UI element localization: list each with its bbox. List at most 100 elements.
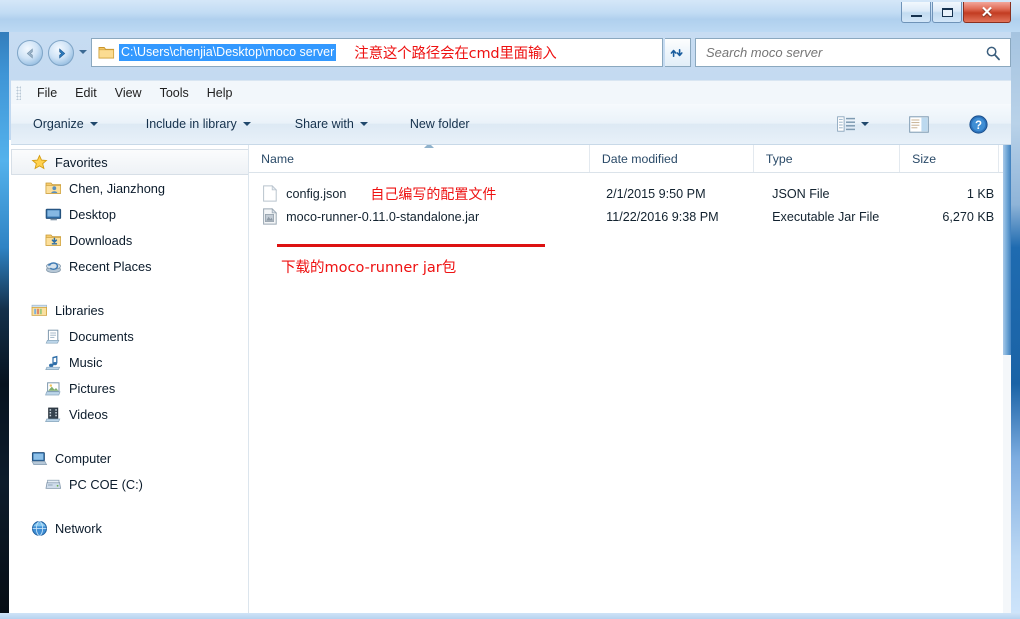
sidebar-item-label: Music xyxy=(69,354,103,370)
chevron-down-icon xyxy=(359,122,368,126)
sidebar-item-label: Videos xyxy=(69,406,108,422)
minimize-icon xyxy=(910,14,922,17)
sidebar-item-label: Network xyxy=(55,520,102,536)
menu-item-view[interactable]: View xyxy=(106,83,151,103)
table-row[interactable]: moco-runner-0.11.0-standalone.jar 11/22/… xyxy=(249,205,1011,228)
recent-places-icon xyxy=(46,261,61,273)
sidebar-item-videos[interactable]: Videos xyxy=(11,401,248,427)
sidebar-item-label: Pictures xyxy=(69,380,116,396)
address-path-text[interactable]: C:\Users\chenjia\Desktop\moco server xyxy=(119,44,337,61)
column-header-size-label: Size xyxy=(912,151,937,166)
sidebar-item-network[interactable]: Network xyxy=(11,515,248,541)
documents-icon xyxy=(45,329,60,344)
address-bar-row: C:\Users\chenjia\Desktop\moco server 注意这… xyxy=(9,34,1011,72)
file-type-cell: JSON File xyxy=(772,186,830,201)
file-list-pane[interactable]: Name Date modified Type Size config.json… xyxy=(249,145,1011,613)
title-bar[interactable]: ✕ xyxy=(0,0,1020,32)
chevron-down-icon xyxy=(242,122,251,126)
scrollbar-thumb[interactable] xyxy=(1003,145,1011,355)
file-name-cell[interactable]: config.json 自己编写的配置文件 xyxy=(249,184,594,204)
sidebar-item-recent-places[interactable]: Recent Places xyxy=(11,253,248,279)
menu-gripper-icon xyxy=(16,85,21,100)
search-icon[interactable] xyxy=(985,45,1001,61)
network-icon xyxy=(32,520,47,536)
chevron-down-icon xyxy=(89,122,98,126)
sidebar-item-label: Recent Places xyxy=(69,258,152,274)
sidebar-item-desktop[interactable]: Desktop xyxy=(11,201,248,227)
column-header-size[interactable]: Size xyxy=(900,145,999,172)
column-header-type[interactable]: Type xyxy=(754,145,901,172)
menu-item-file[interactable]: File xyxy=(28,83,66,103)
svg-text:?: ? xyxy=(975,120,982,132)
table-row[interactable]: config.json 自己编写的配置文件 2/1/2015 9:50 PM J… xyxy=(249,182,1011,205)
address-bar[interactable]: C:\Users\chenjia\Desktop\moco server 注意这… xyxy=(91,38,663,67)
sidebar-item-libraries[interactable]: Libraries xyxy=(11,297,248,323)
back-button[interactable] xyxy=(17,40,43,66)
window-controls: ✕ xyxy=(900,2,1011,26)
downloads-folder-icon xyxy=(45,234,61,246)
preview-pane-icon xyxy=(909,115,929,133)
column-header-type-label: Type xyxy=(765,151,793,166)
close-button[interactable]: ✕ xyxy=(963,2,1011,23)
share-with-button[interactable]: Share with xyxy=(283,111,380,137)
help-icon: ? xyxy=(969,114,988,134)
sidebar-item-favorites[interactable]: Favorites xyxy=(11,149,249,175)
music-icon xyxy=(45,355,61,370)
back-arrow-icon xyxy=(26,47,33,59)
chevron-down-icon[interactable] xyxy=(861,122,869,126)
vertical-scrollbar[interactable] xyxy=(1003,145,1011,613)
minimize-button[interactable] xyxy=(901,2,931,23)
maximize-button[interactable] xyxy=(932,2,962,23)
file-name-cell[interactable]: moco-runner-0.11.0-standalone.jar xyxy=(249,208,594,225)
new-folder-button[interactable]: New folder xyxy=(398,111,482,137)
recent-pages-chevron-icon[interactable] xyxy=(79,50,87,54)
sidebar-item-label: Documents xyxy=(69,328,134,344)
folder-icon xyxy=(98,47,115,59)
sidebar-item-pictures[interactable]: Pictures xyxy=(11,375,248,401)
change-view-button[interactable] xyxy=(830,111,876,137)
computer-icon xyxy=(31,451,48,465)
column-header-name-label: Name xyxy=(261,151,294,166)
new-folder-label: New folder xyxy=(409,117,470,131)
sidebar-item-downloads[interactable]: Downloads xyxy=(11,227,248,253)
organize-button[interactable]: Organize xyxy=(21,111,110,137)
file-type-cell: Executable Jar File xyxy=(772,209,880,224)
menu-item-tools[interactable]: Tools xyxy=(151,83,198,103)
menu-item-help[interactable]: Help xyxy=(198,83,242,103)
forward-button[interactable] xyxy=(48,40,74,66)
libraries-icon xyxy=(31,304,47,316)
refresh-icon xyxy=(670,48,683,57)
forward-arrow-icon xyxy=(58,47,65,59)
column-header-name[interactable]: Name xyxy=(249,145,590,172)
sort-ascending-icon xyxy=(424,145,435,148)
window-border-left xyxy=(0,0,9,619)
sidebar-item-pc-coe-c[interactable]: PC COE (C:) xyxy=(11,471,248,497)
sidebar-item-computer[interactable]: Computer xyxy=(11,445,248,471)
sidebar-item-label: Desktop xyxy=(69,206,116,222)
explorer-window: ✕ C:\Users\chenjia\Desktop\moco server 注… xyxy=(0,0,1020,619)
help-button[interactable]: ? xyxy=(962,110,995,139)
file-date-cell: 2/1/2015 9:50 PM xyxy=(606,186,706,201)
sidebar-item-label: Favorites xyxy=(55,154,108,170)
pictures-icon xyxy=(45,381,61,395)
refresh-button[interactable] xyxy=(665,38,691,67)
include-in-library-button[interactable]: Include in library xyxy=(134,111,263,137)
search-box[interactable] xyxy=(695,38,1011,67)
preview-pane-button[interactable] xyxy=(902,111,936,138)
star-icon xyxy=(31,153,48,169)
sidebar-item-documents[interactable]: Documents xyxy=(11,323,248,349)
search-input[interactable] xyxy=(706,45,976,60)
jar-file-icon xyxy=(263,208,278,225)
file-size-cell: 6,270 KB xyxy=(942,209,995,224)
close-icon: ✕ xyxy=(980,3,994,21)
menu-item-edit[interactable]: Edit xyxy=(66,83,106,103)
config-annotation-text: 自己编写的配置文件 xyxy=(370,186,497,203)
sidebar-item-chen-jianzhong[interactable]: Chen, Jianzhong xyxy=(11,175,248,201)
navigation-pane[interactable]: Favorites Chen, Jianzhong Desktop Downlo… xyxy=(11,145,250,613)
column-header-date-modified[interactable]: Date modified xyxy=(590,145,754,172)
sidebar-item-music[interactable]: Music xyxy=(11,349,248,375)
hard-drive-icon xyxy=(45,479,62,489)
sidebar-item-label: Computer xyxy=(55,450,112,466)
